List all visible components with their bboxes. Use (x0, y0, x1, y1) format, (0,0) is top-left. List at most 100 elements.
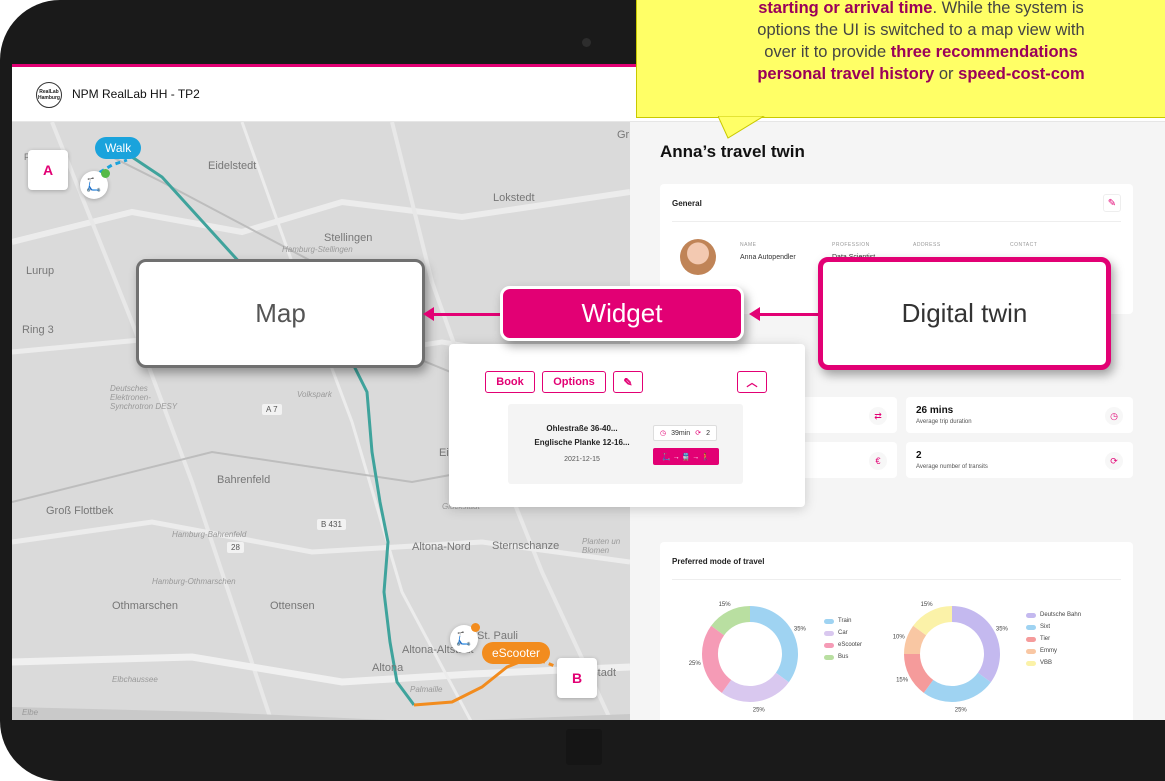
donut-slice-escooter (702, 625, 732, 693)
donut-pct-label: 25% (753, 707, 766, 713)
donut-pct-label: 35% (996, 627, 1009, 633)
trip-modes: 🛴 → 🚆 → 🚶 (653, 448, 719, 465)
avg-duration-label: Average trip duration (916, 419, 972, 425)
address-label: ADDRESS (913, 242, 941, 248)
chevron-up-icon[interactable]: ︿ (737, 371, 767, 393)
note-line: or (934, 65, 959, 83)
options-button[interactable]: Options (542, 371, 606, 393)
map-label: Palmaille (410, 685, 443, 694)
contact-label: CONTACT (1010, 242, 1038, 248)
scooter-icon[interactable]: 🛴 (450, 623, 480, 653)
stat-card-duration: 26 mins Average trip duration ◷ (906, 397, 1133, 433)
mode-donut-chart: 35% 25% 25% 15% (689, 602, 807, 713)
map-label: Hamburg-Stellingen (282, 245, 353, 254)
road-label: 28 (227, 542, 244, 553)
road-label: A 7 (262, 404, 282, 415)
app-title: NPM RealLab HH - TP2 (72, 87, 200, 101)
donut-slice-emmy (904, 625, 927, 655)
legend-swatch (1026, 624, 1036, 630)
legend-item: Sixt (1026, 621, 1081, 633)
provider-legend: Deutsche Bahn Sixt Tier Emmy VBB (1026, 609, 1081, 669)
legend-item: VBB (1026, 657, 1081, 669)
divider (672, 579, 1121, 580)
scooter-icon[interactable]: 🛴 (80, 169, 110, 199)
note-line: over it to provide (764, 43, 891, 61)
map-label: Eidelstedt (208, 160, 257, 172)
mode-legend: Train Car eScooter Bus (824, 615, 862, 663)
map-label: Lokstedt (493, 192, 535, 204)
trip-origin: Ohlestraße 36-40... (546, 424, 618, 433)
tablet-screen: RealLab Hamburg NPM RealLab HH - TP2 Eid… (12, 64, 1165, 720)
note-tail (718, 116, 765, 139)
legend-label: Sixt (1040, 624, 1051, 630)
legend-swatch (824, 618, 834, 624)
book-button[interactable]: Book (485, 371, 535, 393)
arrow-to-map (423, 307, 503, 321)
map-label: Deutsches Elektronen-Synchrotron DESY (110, 384, 178, 411)
donut-pct-label: 10% (893, 635, 906, 641)
donut-pct-label: 35% (794, 627, 807, 633)
widget-callout: Widget (500, 286, 744, 341)
legend-label: Car (838, 630, 848, 636)
map-label: St. Pauli (477, 630, 518, 642)
legend-swatch (1026, 660, 1036, 666)
map-label: Volkspark (297, 390, 332, 399)
donut-slice-deutsche-bahn (951, 606, 1000, 683)
legend-item: Emmy (1026, 645, 1081, 657)
start-marker[interactable]: A (28, 150, 68, 190)
note-bold: starting or arrival time (758, 0, 933, 17)
trip-destination: Englische Planke 12-16... (534, 438, 630, 447)
donut-slice-bus (711, 606, 751, 636)
profession-label: PROFESSION (832, 242, 870, 248)
available-dot (471, 623, 480, 632)
legend-label: Deutsche Bahn (1040, 612, 1082, 618)
reallab-logo[interactable]: RealLab Hamburg (36, 82, 62, 108)
donut-slice-car (721, 672, 789, 702)
legend-item: Car (824, 627, 862, 639)
map-callout: Map (136, 259, 425, 368)
map-label: Ring 3 (22, 324, 54, 336)
escooter-label: eScooter (482, 642, 551, 664)
avatar (680, 239, 716, 275)
trip-recommendation[interactable]: Ohlestraße 36-40... Englische Planke 12-… (508, 404, 743, 484)
home-button[interactable] (566, 729, 602, 765)
map-label: Gr (617, 129, 630, 141)
euro-icon: € (869, 452, 887, 470)
note-line: . While the system is (932, 0, 1084, 17)
legend-item: Bus (824, 651, 862, 663)
avg-transits-label: Average number of transits (916, 464, 988, 470)
donut-slice-vbb (913, 606, 953, 636)
arrow-to-widget (749, 307, 821, 321)
map-label: Sternschanze (492, 540, 560, 552)
note-text: starting or arrival time. While the syst… (641, 0, 1165, 85)
map-label: Altona (372, 662, 404, 674)
transfer-icon: ⟳ (1105, 452, 1123, 470)
trip-duration: 39min (671, 429, 691, 437)
map-label: Bahrenfeld (217, 474, 271, 486)
legend-swatch (824, 654, 834, 660)
walk-label: Walk (95, 137, 142, 159)
map-label: Hamburg-Bahrenfeld (172, 530, 247, 539)
note-line: options the UI is switched to a map view… (757, 21, 1085, 39)
provider-donut-chart: 35% 25% 15% 10% 15% (893, 602, 1009, 713)
road-label: B 431 (317, 519, 346, 530)
edit-icon[interactable]: ✎ (1103, 194, 1121, 212)
donut-pct-label: 15% (921, 602, 934, 608)
map-label: Groß Flottbek (46, 505, 114, 517)
legend-label: Tier (1040, 636, 1051, 642)
available-dot (101, 169, 110, 178)
legend-swatch (824, 642, 834, 648)
legend-item: Deutsche Bahn (1026, 609, 1081, 621)
end-marker[interactable]: B (557, 658, 597, 698)
clock-icon: ◷ (660, 430, 667, 437)
map-label: Stellingen (324, 232, 373, 244)
preferred-mode-card: Preferred mode of travel 35% 25% 25% 15% 35… (660, 542, 1133, 720)
map-label: Planten un Blomen (582, 537, 621, 555)
map-label: Hamburg-Othmarschen (152, 577, 236, 586)
general-title: General (672, 199, 702, 208)
edit-icon[interactable]: ✎ (613, 371, 643, 393)
donut-pct-label: 25% (689, 661, 702, 667)
map-label: Lurup (26, 265, 55, 277)
legend-label: Bus (838, 654, 849, 660)
note-bold: three recommendations (890, 43, 1078, 61)
